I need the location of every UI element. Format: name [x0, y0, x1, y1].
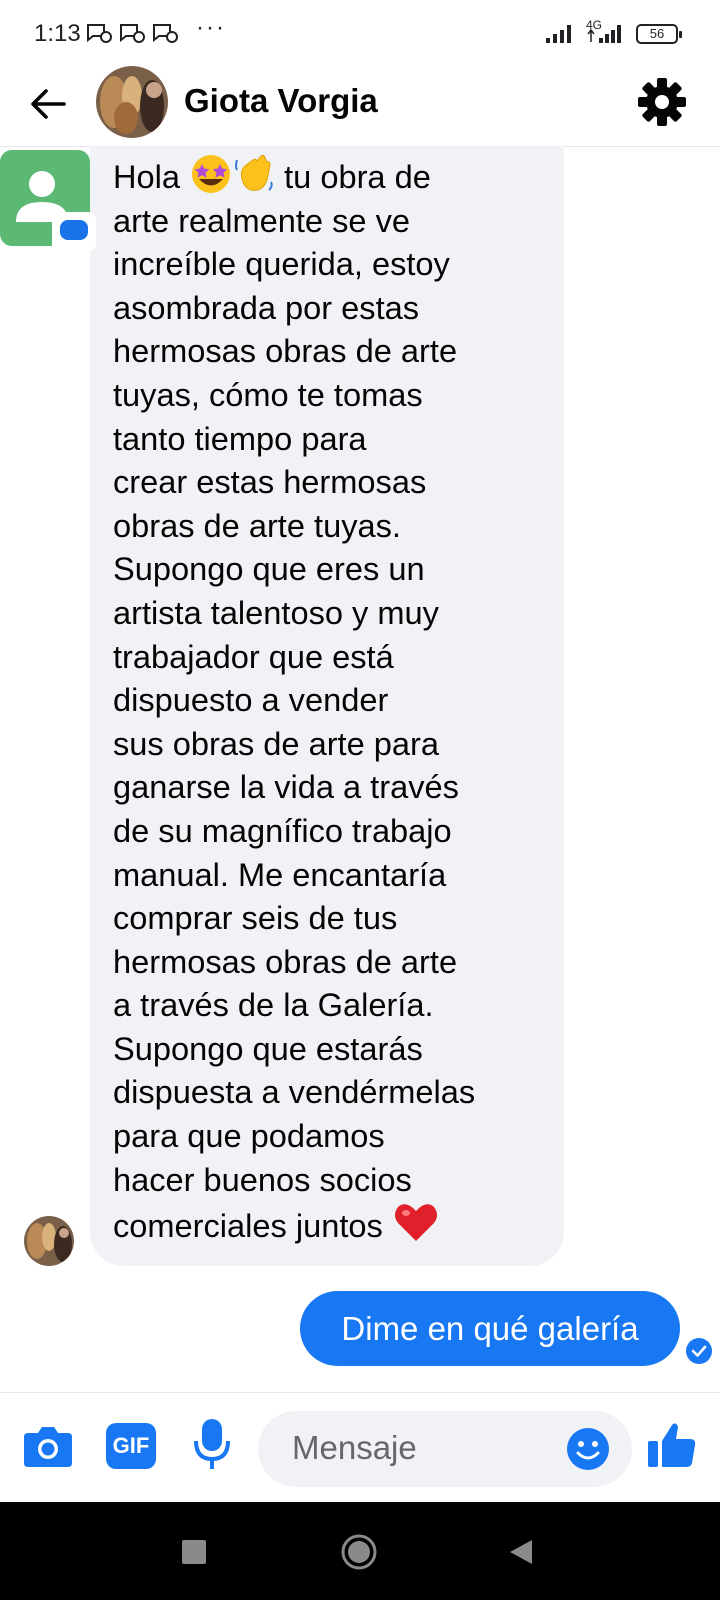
red-heart-emoji [394, 1204, 437, 1242]
outgoing-message-text: Dime en qué galería [341, 1310, 639, 1347]
recent-apps-button[interactable] [182, 1540, 206, 1564]
status-bar: 1:13 ··· 4G 56 [0, 0, 720, 66]
message-input-placeholder: Mensaje [292, 1429, 417, 1466]
contact-avatar[interactable] [96, 66, 168, 138]
incoming-message-bubble[interactable]: Hola tu obra de arte realmente se ve inc… [90, 146, 564, 1266]
mobile-data-signal-icon [587, 25, 621, 43]
gear-icon[interactable] [634, 74, 690, 130]
message-body: tu obra de arte realmente se ve increíbl… [113, 158, 476, 1245]
more-notifications-dots: ··· [196, 14, 226, 41]
conversation-header: Giota Vorgia [0, 66, 720, 147]
sender-avatar[interactable] [24, 1216, 74, 1266]
emoji-icon[interactable] [566, 1427, 610, 1471]
gif-icon[interactable]: GIF [106, 1423, 156, 1469]
system-navigation-bar [0, 1502, 720, 1600]
floating-app-bubble[interactable] [0, 150, 96, 252]
battery-indicator: 56 [636, 24, 682, 44]
message-input[interactable]: Mensaje [258, 1411, 632, 1487]
message-greeting: Hola [113, 158, 190, 195]
messenger-notification-icon [120, 24, 145, 43]
camera-icon[interactable] [22, 1423, 74, 1469]
gif-label: GIF [112, 1433, 150, 1458]
check-circle-icon [686, 1338, 712, 1364]
thumbs-up-icon[interactable] [646, 1419, 698, 1471]
signal-strength-icon [546, 25, 571, 43]
messenger-notification-icon [153, 24, 178, 43]
message-composer: GIF Mensaje [0, 1392, 720, 1503]
messenger-notification-icon [87, 24, 112, 43]
back-button[interactable] [24, 80, 72, 128]
back-nav-button[interactable] [508, 1538, 534, 1566]
home-button[interactable] [340, 1533, 378, 1571]
contact-name[interactable]: Giota Vorgia [184, 82, 378, 120]
waving-hand-emoji [235, 154, 273, 191]
incoming-message-text: Hola tu obra de arte realmente se ve inc… [113, 152, 554, 1248]
microphone-icon[interactable] [192, 1417, 232, 1473]
star-struck-emoji [192, 155, 231, 193]
outgoing-message-bubble[interactable]: Dime en qué galería [300, 1291, 680, 1366]
status-time: 1:13 [34, 20, 81, 47]
